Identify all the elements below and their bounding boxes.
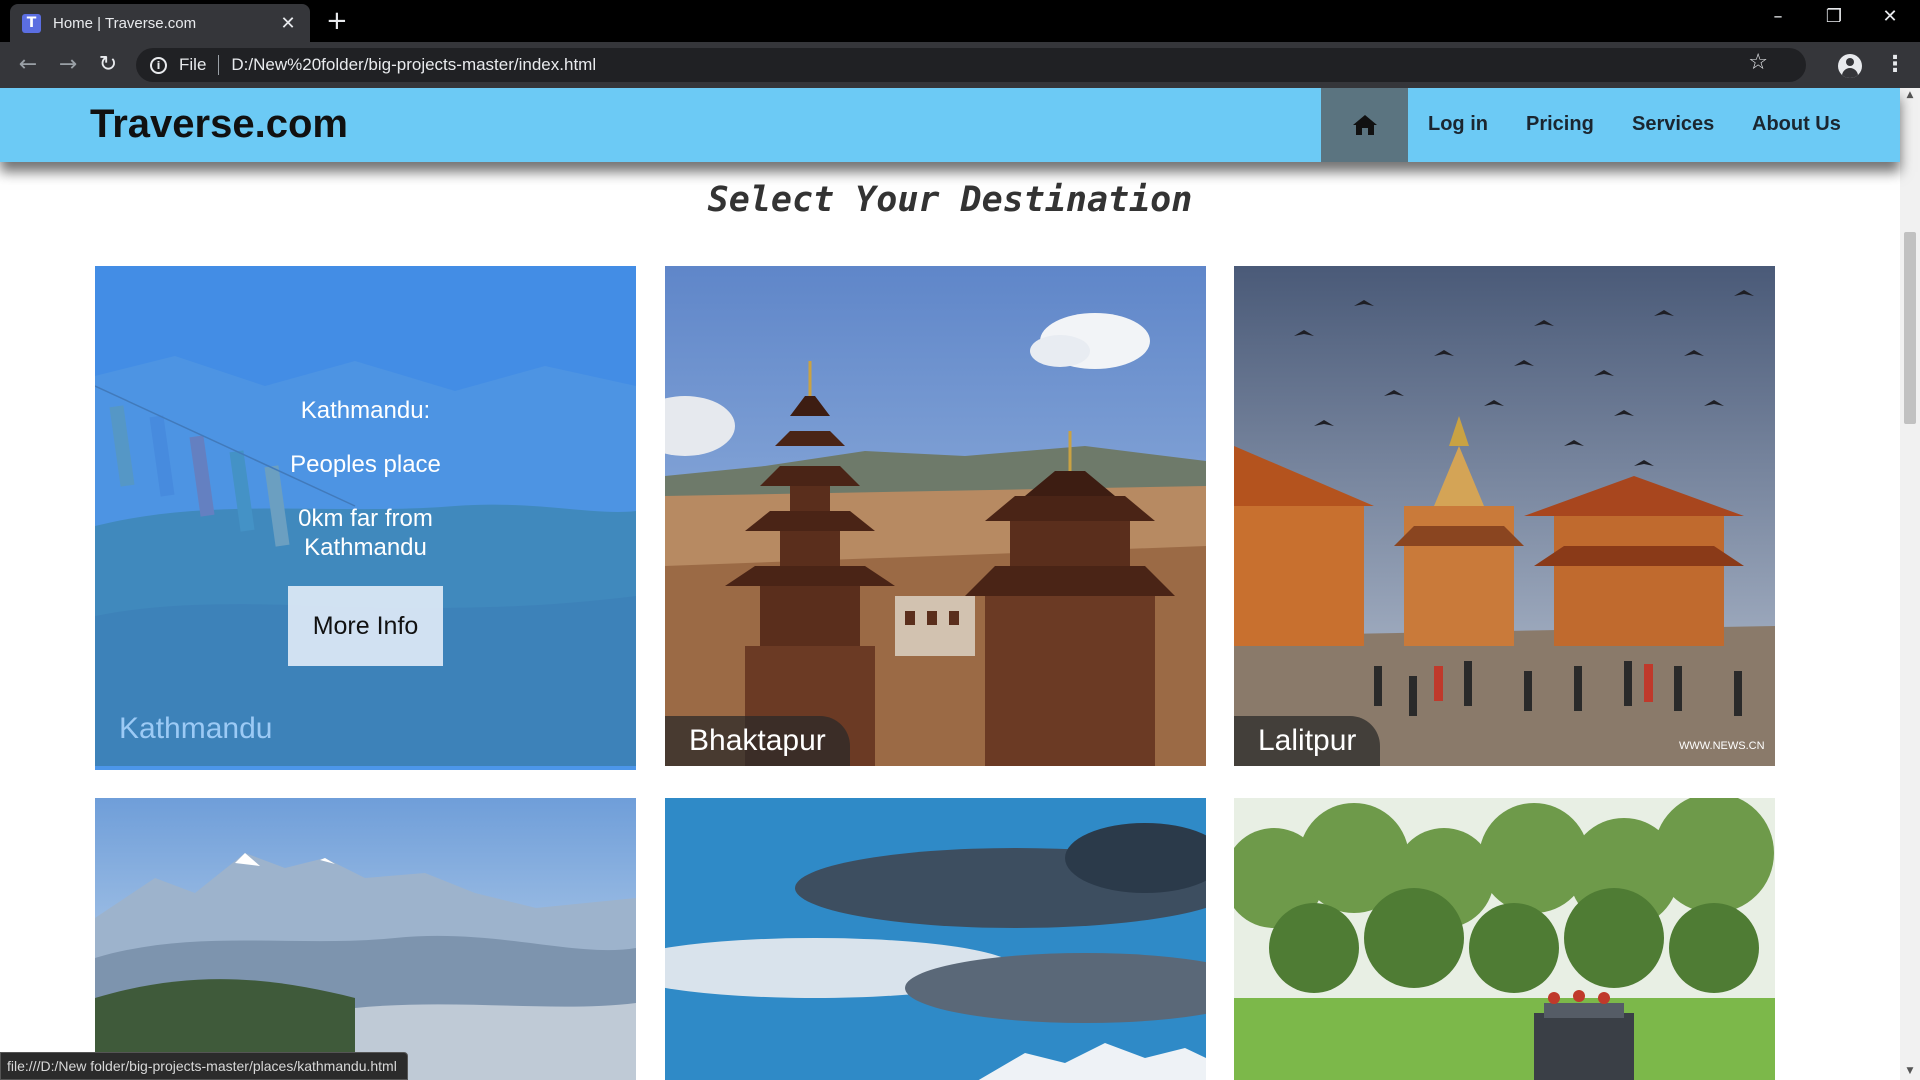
card-label: Bhaktapur <box>665 716 850 766</box>
address-scheme: File <box>179 55 207 74</box>
nav-pricing[interactable]: Pricing <box>1526 113 1594 136</box>
scroll-up-icon[interactable]: ▲ <box>1900 90 1920 100</box>
restore-icon[interactable]: ❐ <box>1816 6 1852 27</box>
nav-login[interactable]: Log in <box>1428 113 1488 136</box>
forward-arrow-icon[interactable]: → <box>54 52 82 78</box>
close-tab-icon[interactable]: ✕ <box>278 13 298 34</box>
status-bar: file:///D:/New folder/big-projects-maste… <box>0 1052 408 1080</box>
more-info-button[interactable]: More Info <box>288 586 443 666</box>
lalitpur-photo: WWW.NEWS.CN <box>1234 266 1775 766</box>
minimize-icon[interactable]: – <box>1760 6 1796 27</box>
card-label: Lalitpur <box>1234 716 1381 766</box>
nav-about[interactable]: About Us <box>1752 113 1841 136</box>
star-icon[interactable]: ☆ <box>1748 50 1768 75</box>
destination-card-kathmandu[interactable]: Kathmandu: Peoples place 0km far from Ka… <box>95 266 636 770</box>
destination-card-sky[interactable] <box>665 798 1206 1080</box>
mountains-photo <box>95 798 636 1080</box>
browser-toolbar: ← → ↻ i File D:/New%20folder/big-project… <box>0 42 1920 88</box>
card-hover-overlay: Kathmandu: Peoples place 0km far from Ka… <box>95 266 636 770</box>
address-separator <box>218 55 220 75</box>
destination-card-jungle[interactable] <box>1234 798 1775 1080</box>
back-arrow-icon[interactable]: ← <box>14 52 42 78</box>
home-button[interactable] <box>1321 88 1408 162</box>
site-brand[interactable]: Traverse.com <box>90 102 348 147</box>
address-url: D:/New%20folder/big-projects-master/inde… <box>231 55 597 74</box>
destination-card-bhaktapur[interactable]: Bhaktapur <box>665 266 1206 766</box>
nav-services[interactable]: Services <box>1632 113 1714 136</box>
home-icon <box>1352 115 1377 135</box>
close-window-icon[interactable]: ✕ <box>1872 6 1908 27</box>
bhaktapur-photo <box>665 266 1206 766</box>
destination-card-lalitpur[interactable]: WWW.NEWS.CN Lalitpur <box>1234 266 1775 766</box>
new-tab-icon[interactable]: + <box>326 8 348 34</box>
page-viewport: Traverse.com Log in Pricing Services Abo… <box>0 88 1920 1080</box>
favicon-icon: T <box>22 13 41 33</box>
browser-tab[interactable]: T Home | Traverse.com ✕ <box>10 4 310 42</box>
overlay-distance: 0km far from Kathmandu <box>298 505 433 561</box>
profile-icon[interactable] <box>1838 54 1862 78</box>
sky-photo <box>665 798 1206 1080</box>
menu-icon[interactable]: ⋮ <box>1884 52 1906 77</box>
info-icon[interactable]: i <box>150 56 167 74</box>
overlay-tagline: Peoples place <box>290 451 441 478</box>
scroll-down-icon[interactable]: ▼ <box>1900 1066 1920 1076</box>
jungle-photo <box>1234 798 1775 1080</box>
address-bar[interactable]: i File D:/New%20folder/big-projects-mast… <box>136 48 1806 82</box>
svg-text:WWW.NEWS.CN: WWW.NEWS.CN <box>1679 740 1765 752</box>
browser-tabstrip: T Home | Traverse.com ✕ + – ❐ ✕ <box>0 0 1920 42</box>
scroll-thumb[interactable] <box>1904 232 1916 424</box>
card-bottom-border <box>95 766 636 770</box>
destination-card-mountains[interactable] <box>95 798 636 1080</box>
site-navbar: Traverse.com Log in Pricing Services Abo… <box>0 88 1900 162</box>
page-title: Select Your Destination <box>707 180 1193 220</box>
tab-title: Home | Traverse.com <box>53 14 197 32</box>
card-label: Kathmandu <box>119 712 273 745</box>
overlay-title: Kathmandu: <box>300 397 431 424</box>
page-scrollbar[interactable]: ▲ ▼ <box>1900 88 1920 1080</box>
reload-icon[interactable]: ↻ <box>94 52 122 78</box>
